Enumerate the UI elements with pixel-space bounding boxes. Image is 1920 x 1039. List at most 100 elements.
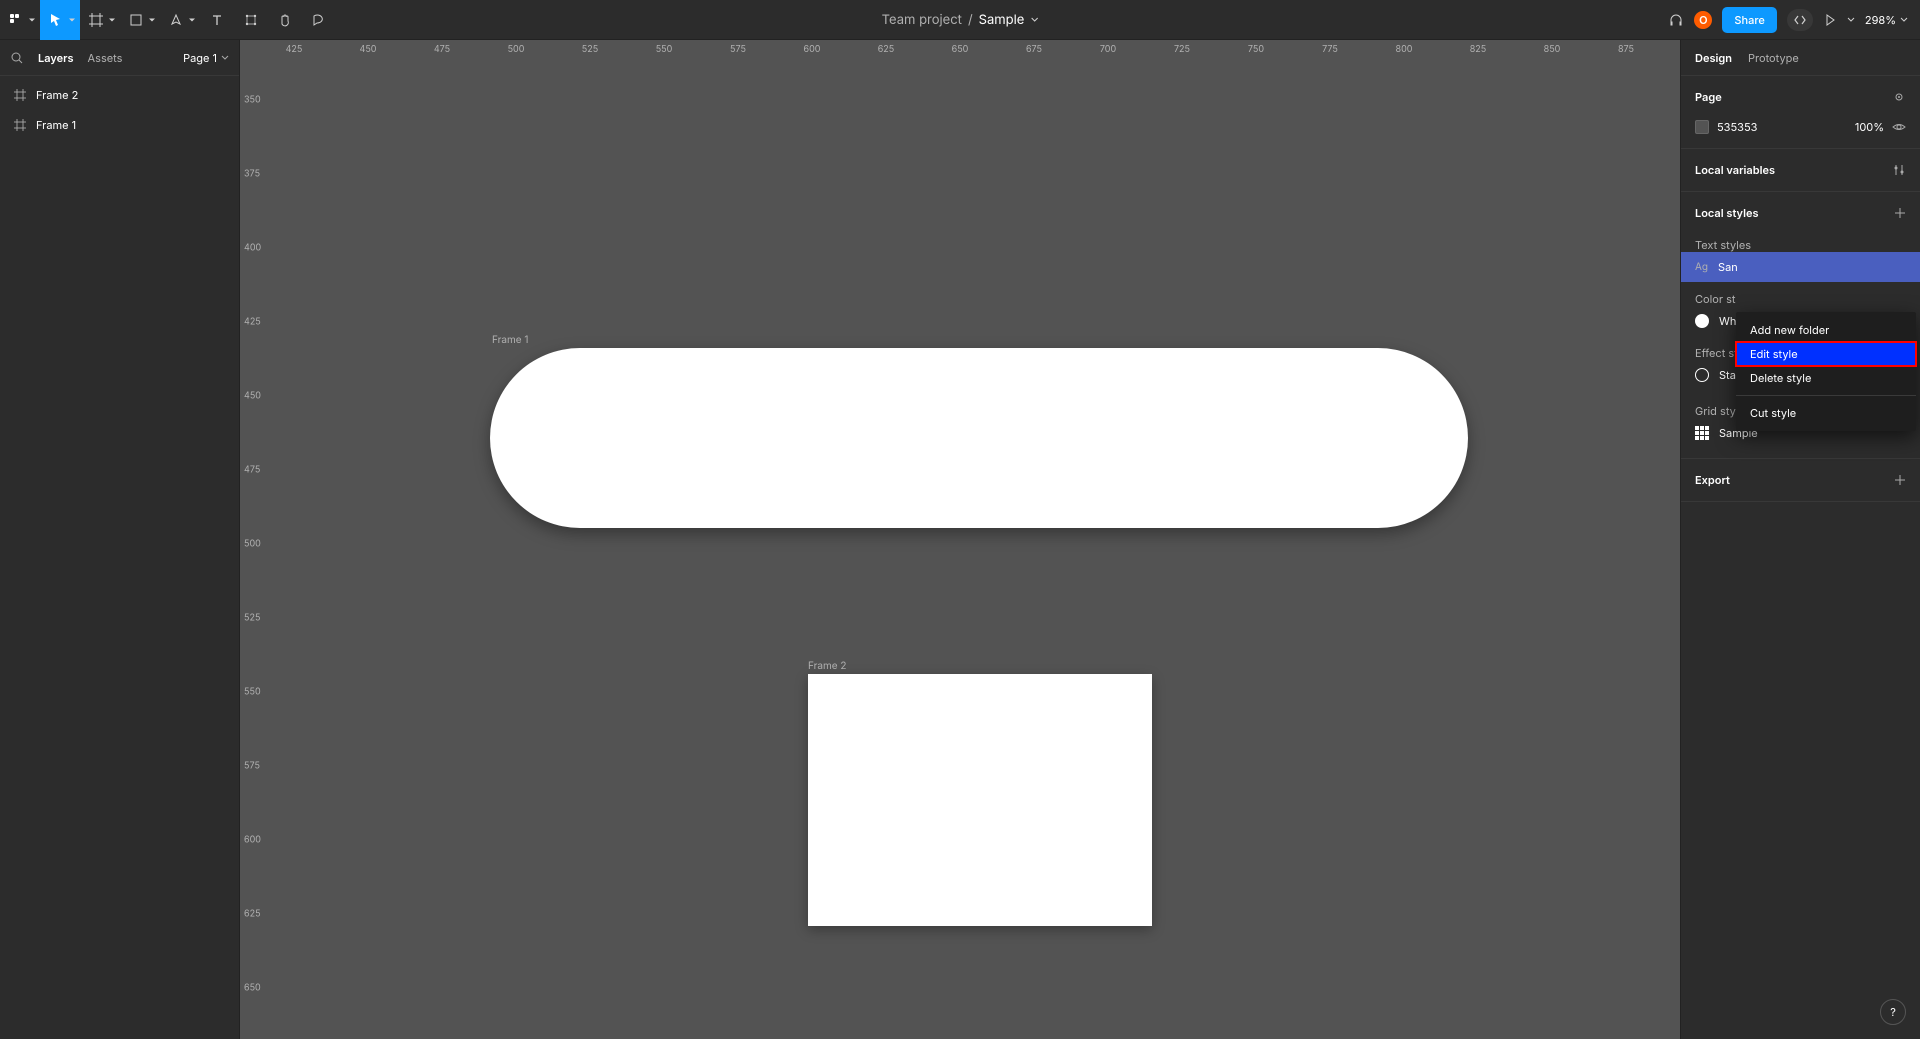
hand-icon (278, 13, 292, 27)
ruler-h-tick: 550 (656, 44, 673, 55)
page-color-swatch[interactable] (1695, 120, 1709, 134)
play-icon[interactable] (1823, 13, 1837, 27)
chevron-down-icon (109, 18, 115, 21)
chevron-down-icon (221, 54, 229, 62)
ruler-v-tick: 425 (244, 317, 261, 328)
eye-icon[interactable] (1892, 120, 1906, 134)
tab-layers[interactable]: Layers (38, 51, 74, 65)
layer-item-frame1[interactable]: Frame 1 (0, 110, 239, 140)
canvas[interactable]: 4254504755005255505756006256506757007257… (240, 40, 1680, 1039)
main-menu-button[interactable] (0, 0, 40, 40)
frame2-label[interactable]: Frame 2 (808, 660, 847, 672)
breadcrumb[interactable]: Team project / Sample (882, 12, 1039, 28)
pen-icon (169, 13, 183, 27)
ctx-add-new-folder[interactable]: Add new folder (1736, 318, 1916, 342)
ruler-corner (240, 40, 264, 62)
comment-tool-button[interactable] (302, 0, 336, 40)
ruler-v-tick: 625 (244, 909, 261, 920)
ctx-label: Edit style (1750, 347, 1798, 361)
breadcrumb-separator: / (968, 12, 973, 28)
frame1-label[interactable]: Frame 1 (492, 334, 528, 346)
resources-button[interactable] (234, 0, 268, 40)
ruler-v-tick: 375 (244, 169, 260, 180)
grid-swatch-icon (1695, 426, 1709, 440)
page-color-hex[interactable]: 535353 (1717, 120, 1757, 134)
hand-tool-button[interactable] (268, 0, 302, 40)
frame2[interactable] (808, 674, 1152, 926)
ruler-h-tick: 600 (804, 44, 821, 55)
page-color-opacity[interactable]: 100% (1855, 120, 1884, 134)
ruler-h-tick: 500 (508, 44, 525, 55)
ruler-h-tick: 625 (878, 44, 895, 55)
export-section: Export (1681, 458, 1920, 502)
ruler-v-tick: 575 (244, 761, 260, 772)
shape-tool-button[interactable] (120, 0, 160, 40)
dev-mode-toggle[interactable] (1787, 9, 1813, 31)
help-button[interactable]: ? (1880, 999, 1906, 1025)
page-selector-label: Page 1 (183, 51, 217, 65)
frame-icon (89, 13, 103, 27)
move-tool-button[interactable] (40, 0, 80, 40)
tab-prototype[interactable]: Prototype (1748, 51, 1799, 65)
ruler-v-tick: 350 (244, 95, 261, 106)
page-section: Page 535353 100% (1681, 76, 1920, 149)
ctx-label: Delete style (1750, 371, 1811, 385)
share-button[interactable]: Share (1722, 7, 1776, 33)
figma-logo-icon (9, 13, 23, 27)
ruler-h-tick: 725 (1174, 44, 1190, 55)
settings-sliders-icon[interactable] (1892, 163, 1906, 177)
layer-label: Frame 1 (36, 118, 76, 132)
context-menu: Add new folder Edit style Delete style C… (1736, 312, 1916, 431)
toolbar-left-group (0, 0, 336, 39)
ruler-h-tick: 575 (730, 44, 746, 55)
left-panel-tabs: Layers Assets Page 1 (0, 40, 239, 76)
text-style-ag-icon: Ag (1695, 261, 1708, 273)
layer-item-frame2[interactable]: Frame 2 (0, 80, 239, 110)
canvas-inner[interactable]: Frame 1 Frame 2 (264, 62, 1680, 1039)
style-icon[interactable] (1892, 90, 1906, 104)
right-panel: Design Prototype Page 535353 100% Local … (1680, 40, 1920, 1039)
frame1[interactable] (490, 348, 1468, 528)
toolbar-right-group: O Share 298% (1668, 7, 1920, 33)
page-selector[interactable]: Page 1 (183, 51, 229, 65)
plus-icon[interactable] (1894, 207, 1906, 219)
plus-icon[interactable] (1894, 474, 1906, 486)
cursor-icon (49, 13, 63, 27)
chevron-down-icon (149, 18, 155, 21)
text-tool-button[interactable] (200, 0, 234, 40)
tab-design[interactable]: Design (1695, 51, 1732, 65)
text-styles-heading: Text styles (1695, 238, 1751, 252)
ctx-label: Cut style (1750, 406, 1796, 420)
frame-icon (14, 119, 26, 131)
ruler-horizontal: 4254504755005255505756006256506757007257… (264, 40, 1680, 62)
text-style-row[interactable]: Ag San (1681, 252, 1920, 282)
zoom-value: 298% (1865, 13, 1896, 27)
ruler-h-tick: 675 (1026, 44, 1042, 55)
chevron-down-icon[interactable] (1030, 16, 1038, 24)
zoom-control[interactable]: 298% (1865, 13, 1908, 27)
search-icon[interactable] (10, 51, 24, 65)
ruler-h-tick: 475 (434, 44, 450, 55)
ruler-h-tick: 775 (1322, 44, 1338, 55)
pen-tool-button[interactable] (160, 0, 200, 40)
headphones-icon[interactable] (1668, 12, 1684, 28)
ruler-h-tick: 800 (1396, 44, 1413, 55)
ruler-h-tick: 525 (582, 44, 598, 55)
avatar[interactable]: O (1694, 11, 1712, 29)
breadcrumb-file[interactable]: Sample (979, 12, 1025, 28)
ruler-v-tick: 500 (244, 539, 261, 550)
ctx-cut-style[interactable]: Cut style (1736, 401, 1916, 425)
frame-tool-button[interactable] (80, 0, 120, 40)
chevron-down-icon[interactable] (1847, 16, 1855, 24)
comment-icon (312, 13, 326, 27)
chevron-down-icon (1900, 16, 1908, 24)
tab-assets[interactable]: Assets (88, 51, 123, 65)
ruler-v-tick: 400 (244, 243, 261, 254)
breadcrumb-team[interactable]: Team project (882, 12, 962, 28)
share-label: Share (1734, 13, 1764, 27)
ctx-delete-style[interactable]: Delete style (1736, 366, 1916, 390)
ctx-edit-style[interactable]: Edit style (1736, 342, 1916, 366)
color-swatch-icon (1695, 314, 1709, 328)
ruler-v-tick: 525 (244, 613, 260, 624)
left-panel: Layers Assets Page 1 Frame 2 Frame 1 (0, 40, 240, 1039)
